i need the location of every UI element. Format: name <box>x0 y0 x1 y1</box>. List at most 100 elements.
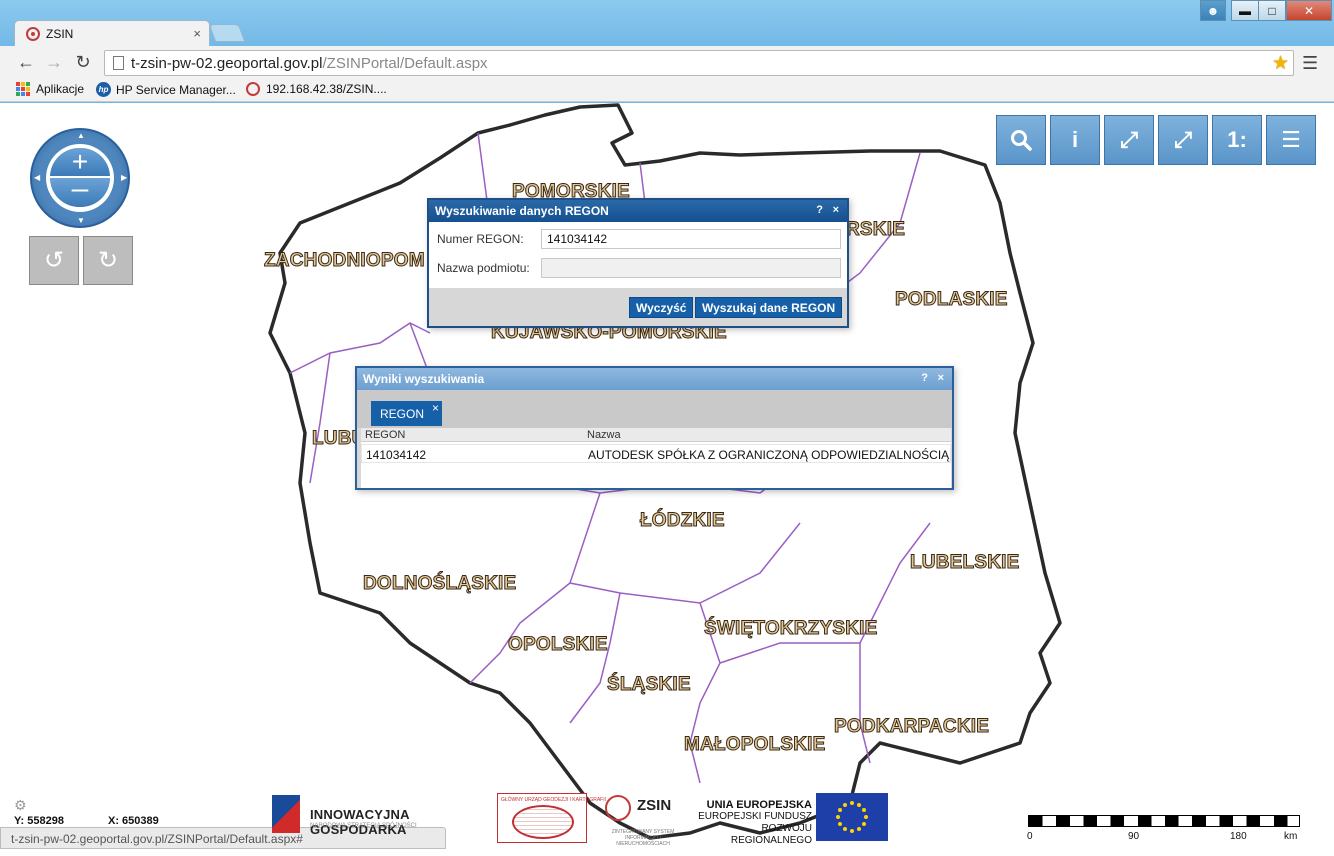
region-label-lubelskie: LUBELSKIE <box>909 552 1020 574</box>
eu-text-logo: UNIA EUROPEJSKA EUROPEJSKI FUNDUSZ ROZWO… <box>698 799 812 846</box>
region-label-malopolskie: MAŁOPOLSKIE <box>684 734 826 756</box>
region-label-lodzkie: ŁÓDZKIE <box>640 510 726 532</box>
full-extent-icon: ⤢ <box>1120 127 1138 152</box>
close-window-button[interactable]: ✕ <box>1286 0 1332 21</box>
pan-down-icon[interactable]: ▼ <box>77 216 85 225</box>
url-text: t-zsin-pw-02.geoportal.gov.pl/ZSINPortal… <box>131 55 488 72</box>
table-row[interactable]: 141034142 AUTODESK SPÓŁKA Z OGRANICZONĄ … <box>361 444 951 463</box>
cell-regon: 141034142 <box>366 448 427 462</box>
bookmark-apps[interactable]: Aplikacje <box>16 82 84 96</box>
region-label-podkarpackie: PODKARPACKIE <box>833 716 990 738</box>
back-arrow-icon[interactable]: ← <box>16 52 36 72</box>
bookmark-zsin-ip[interactable]: 192.168.42.38/ZSIN.... <box>246 82 387 96</box>
region-label-warminsko-mazurskie: RSKIE <box>845 219 906 241</box>
scale-bar <box>1028 815 1300 827</box>
hamburger-icon: ☰ <box>1281 127 1301 152</box>
region-label-swietokrzyskie: ŚWIĘTOKRZYSKIE <box>703 618 878 640</box>
entity-name-input[interactable] <box>541 258 841 278</box>
full-extent-button[interactable]: ⤢ <box>1104 115 1154 165</box>
page-icon <box>113 56 124 70</box>
expand-icon: ⤢ <box>1174 127 1192 152</box>
column-header-regon[interactable]: REGON <box>365 429 405 441</box>
regon-number-input[interactable] <box>541 229 841 249</box>
eu-flag-icon <box>816 793 888 841</box>
user-profile-icon[interactable]: ☻ <box>1200 0 1226 21</box>
help-icon[interactable]: ? <box>921 372 928 384</box>
tab-close-icon[interactable]: × <box>432 401 439 415</box>
search-results-dialog-title[interactable]: Wyniki wyszukiwania ? × <box>357 368 952 390</box>
zsin-logo: ZSIN ZINTEGROWANY SYSTEM INFORMACJI O NI… <box>603 793 683 847</box>
pan-left-icon[interactable]: ◀ <box>34 173 40 182</box>
map-view[interactable]: POMORSKIE RSKIE ZACHODNIOPOM PODLASKIE K… <box>0 103 1334 856</box>
regon-search-dialog-title[interactable]: Wyszukiwanie danych REGON ? × <box>429 200 847 222</box>
bookmark-star-icon[interactable]: ★ <box>1272 52 1289 75</box>
region-label-opolskie: OPOLSKIE <box>508 634 609 656</box>
minimize-button[interactable]: ▬ <box>1231 0 1259 21</box>
zoom-out-button[interactable]: – <box>50 174 110 207</box>
region-label-slaskie: ŚLĄSKIE <box>607 674 692 696</box>
entity-name-label: Nazwa podmiotu: <box>437 261 530 275</box>
search-tool-button[interactable] <box>996 115 1046 165</box>
tab-close-icon[interactable]: × <box>193 26 201 41</box>
scale-button[interactable]: 1: <box>1212 115 1262 165</box>
cell-nazwa: AUTODESK SPÓŁKA Z OGRANICZONĄ ODPOWIEDZI… <box>588 448 950 462</box>
coord-y: Y: 558298 <box>14 815 64 827</box>
column-header-nazwa[interactable]: Nazwa <box>587 429 621 441</box>
maximize-button[interactable]: □ <box>1258 0 1286 21</box>
help-icon[interactable]: ? <box>816 204 823 216</box>
previous-extent-button[interactable]: ↺ <box>29 236 79 285</box>
bookmarks-bar: Aplikacje hp HP Service Manager... 192.1… <box>0 78 1334 102</box>
browser-titlebar: ZSIN × ☻ ▬ □ ✕ <box>0 0 1334 47</box>
ig-mark-icon <box>272 795 300 833</box>
zsin-favicon-icon <box>246 82 260 96</box>
zsin-favicon-icon <box>26 27 40 41</box>
menu-button[interactable]: ☰ <box>1266 115 1316 165</box>
results-tabs: REGON × <box>357 390 952 428</box>
house-icon <box>605 795 631 821</box>
pan-up-icon[interactable]: ▲ <box>77 131 85 140</box>
innowacyjna-gospodarka-logo: INNOWACYJNA GOSPODARKA NARODOWA STRATEGI… <box>272 795 492 837</box>
regon-search-form: Numer REGON: Nazwa podmiotu: <box>429 222 847 288</box>
apps-grid-icon <box>16 82 30 96</box>
fullscreen-button[interactable]: ⤢ <box>1158 115 1208 165</box>
browser-menu-icon[interactable]: ☰ <box>1302 53 1318 74</box>
coord-x: X: 650389 <box>108 815 159 827</box>
info-tool-button[interactable]: i <box>1050 115 1100 165</box>
search-regon-button[interactable]: Wyszukaj dane REGON <box>695 297 843 318</box>
reload-icon[interactable]: ↻ <box>73 52 93 72</box>
tab-title: ZSIN <box>46 27 74 41</box>
scale-tick-0: 0 <box>1027 831 1033 842</box>
clear-button[interactable]: Wyczyść <box>629 297 694 318</box>
new-tab-button[interactable] <box>208 24 246 42</box>
next-extent-button[interactable]: ↻ <box>83 236 133 285</box>
scale-tick-180: 180 <box>1230 831 1247 842</box>
pan-zoom-control[interactable]: ▲ ▼ ◀ ▶ + – <box>30 128 130 228</box>
search-icon <box>1011 130 1032 151</box>
gugik-logo: GŁÓWNY URZĄD GEODEZJI I KARTOGRAFII <box>497 793 606 843</box>
info-icon: i <box>1071 127 1079 152</box>
bookmark-hp-service-manager[interactable]: hp HP Service Manager... <box>96 82 236 97</box>
redo-icon: ↻ <box>97 247 119 274</box>
hp-logo-icon: hp <box>96 82 111 97</box>
loading-gear-icon: ⚙ <box>14 797 27 813</box>
close-icon[interactable]: × <box>833 204 839 216</box>
undo-icon: ↺ <box>43 247 65 274</box>
regon-number-label: Numer REGON: <box>437 232 524 246</box>
browser-tab[interactable]: ZSIN × <box>14 20 210 47</box>
scale-unit: km <box>1284 831 1298 842</box>
zoom-buttons: + – <box>46 144 114 212</box>
scale-tick-90: 90 <box>1128 831 1140 842</box>
pan-right-icon[interactable]: ▶ <box>121 173 127 182</box>
close-icon[interactable]: × <box>938 372 944 384</box>
regon-search-dialog: Wyszukiwanie danych REGON ? × Numer REGO… <box>427 198 849 328</box>
results-table-header: REGON Nazwa <box>361 428 951 442</box>
tab-regon[interactable]: REGON × <box>371 401 442 426</box>
forward-arrow-icon[interactable]: → <box>44 52 64 72</box>
region-label-zachodniopomorskie: ZACHODNIOPOM <box>264 250 426 272</box>
globe-icon <box>512 805 574 839</box>
search-results-dialog: Wyniki wyszukiwania ? × REGON × REGON Na… <box>355 366 954 490</box>
region-label-dolnoslaskie: DOLNOŚLĄSKIE <box>362 573 517 595</box>
scale-icon: 1: <box>1227 127 1247 152</box>
address-bar[interactable]: t-zsin-pw-02.geoportal.gov.pl/ZSINPortal… <box>104 50 1294 76</box>
region-label-podlaskie: PODLASKIE <box>895 289 1008 311</box>
